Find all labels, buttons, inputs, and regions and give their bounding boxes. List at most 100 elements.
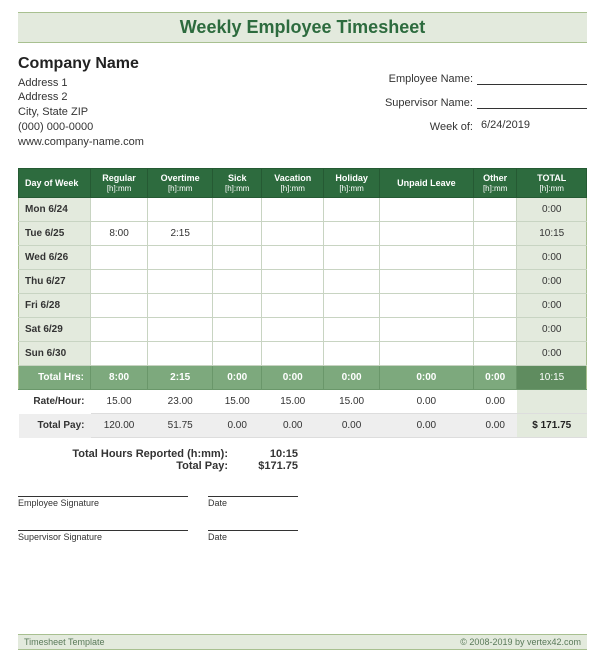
cell-overtime[interactable]: 2:15 [148,222,213,246]
cell-holiday[interactable] [324,198,380,222]
supervisor-name-label: Supervisor Name: [385,97,473,109]
col-vacation: Vacation[h]:mm [262,168,324,197]
rate-label: Rate/Hour: [19,390,91,414]
rate-vacation[interactable]: 15.00 [262,390,324,414]
cell-unpaid[interactable] [379,270,473,294]
rate-other[interactable]: 0.00 [473,390,517,414]
cell-overtime[interactable] [148,342,213,366]
cell-vacation[interactable] [262,198,324,222]
supervisor-signature-line[interactable]: Supervisor Signature [18,530,188,542]
cell-holiday[interactable] [324,342,380,366]
supervisor-signature-date[interactable]: Date [208,530,298,542]
cell-total: 0:00 [517,342,587,366]
cell-sick[interactable] [213,198,262,222]
cell-other[interactable] [473,198,517,222]
footer-right: © 2008-2019 by vertex42.com [460,637,581,647]
rate-row: Rate/Hour: 15.00 23.00 15.00 15.00 15.00… [19,390,587,414]
table-row: Wed 6/260:00 [19,246,587,270]
cell-sick[interactable] [213,246,262,270]
cell-total: 0:00 [517,318,587,342]
employee-signature-line[interactable]: Employee Signature [18,496,188,508]
title-bar: Weekly Employee Timesheet [18,12,587,43]
cell-holiday[interactable] [324,222,380,246]
pay-label: Total Pay: [19,414,91,438]
cell-total: 0:00 [517,294,587,318]
cell-other[interactable] [473,294,517,318]
company-website: www.company-name.com [18,135,144,150]
cell-overtime[interactable] [148,246,213,270]
cell-unpaid[interactable] [379,246,473,270]
cell-unpaid[interactable] [379,222,473,246]
rate-regular[interactable]: 15.00 [91,390,148,414]
cell-holiday[interactable] [324,270,380,294]
cell-overtime[interactable] [148,270,213,294]
cell-regular[interactable]: 8:00 [91,222,148,246]
col-overtime: Overtime[h]:mm [148,168,213,197]
cell-overtime[interactable] [148,318,213,342]
day-label: Thu 6/27 [19,270,91,294]
cell-other[interactable] [473,246,517,270]
cell-regular[interactable] [91,198,148,222]
supervisor-signature-block: Supervisor Signature Date [18,530,587,542]
header-section: Company Name Address 1 Address 2 City, S… [18,53,587,150]
cell-total: 0:00 [517,270,587,294]
pay-regular: 120.00 [91,414,148,438]
cell-sick[interactable] [213,318,262,342]
day-label: Mon 6/24 [19,198,91,222]
cell-sick[interactable] [213,270,262,294]
meta-info: Employee Name: Supervisor Name: Week of:… [385,53,587,150]
cell-vacation[interactable] [262,318,324,342]
cell-regular[interactable] [91,246,148,270]
footer-bar: Timesheet Template © 2008-2019 by vertex… [18,634,587,650]
total-hrs-regular: 8:00 [91,366,148,390]
company-address1: Address 1 [18,76,144,91]
day-label: Fri 6/28 [19,294,91,318]
cell-holiday[interactable] [324,246,380,270]
total-hrs-vacation: 0:00 [262,366,324,390]
table-row: Sun 6/30 0:00 [19,342,587,366]
cell-regular[interactable] [91,318,148,342]
cell-sick[interactable] [213,342,262,366]
summary-pay-value: $171.75 [238,460,298,472]
rate-overtime[interactable]: 23.00 [148,390,213,414]
day-label: Tue 6/25 [19,222,91,246]
col-regular: Regular[h]:mm [91,168,148,197]
company-city-state-zip: City, State ZIP [18,105,144,120]
total-hrs-other: 0:00 [473,366,517,390]
cell-other[interactable] [473,342,517,366]
cell-sick[interactable] [213,294,262,318]
cell-vacation[interactable] [262,294,324,318]
cell-regular[interactable] [91,294,148,318]
supervisor-name-field[interactable] [477,95,587,109]
cell-other[interactable] [473,318,517,342]
cell-unpaid[interactable] [379,318,473,342]
cell-regular[interactable] [91,270,148,294]
employee-signature-date[interactable]: Date [208,496,298,508]
pay-overtime: 51.75 [148,414,213,438]
cell-vacation[interactable] [262,246,324,270]
cell-total: 0:00 [517,198,587,222]
rate-unpaid[interactable]: 0.00 [379,390,473,414]
cell-overtime[interactable] [148,198,213,222]
cell-unpaid[interactable] [379,294,473,318]
cell-holiday[interactable] [324,294,380,318]
cell-total: 0:00 [517,246,587,270]
cell-vacation[interactable] [262,222,324,246]
cell-regular[interactable] [91,342,148,366]
cell-sick[interactable] [213,222,262,246]
cell-other[interactable] [473,270,517,294]
cell-vacation[interactable] [262,270,324,294]
rate-holiday[interactable]: 15.00 [324,390,380,414]
cell-other[interactable] [473,222,517,246]
day-label: Sat 6/29 [19,318,91,342]
cell-vacation[interactable] [262,342,324,366]
cell-holiday[interactable] [324,318,380,342]
cell-unpaid[interactable] [379,342,473,366]
cell-unpaid[interactable] [379,198,473,222]
employee-name-field[interactable] [477,71,587,85]
total-hrs-unpaid: 0:00 [379,366,473,390]
timesheet-table: Day of Week Regular[h]:mm Overtime[h]:mm… [18,168,587,438]
rate-sick[interactable]: 15.00 [213,390,262,414]
cell-overtime[interactable] [148,294,213,318]
day-label: Sun 6/30 [19,342,91,366]
